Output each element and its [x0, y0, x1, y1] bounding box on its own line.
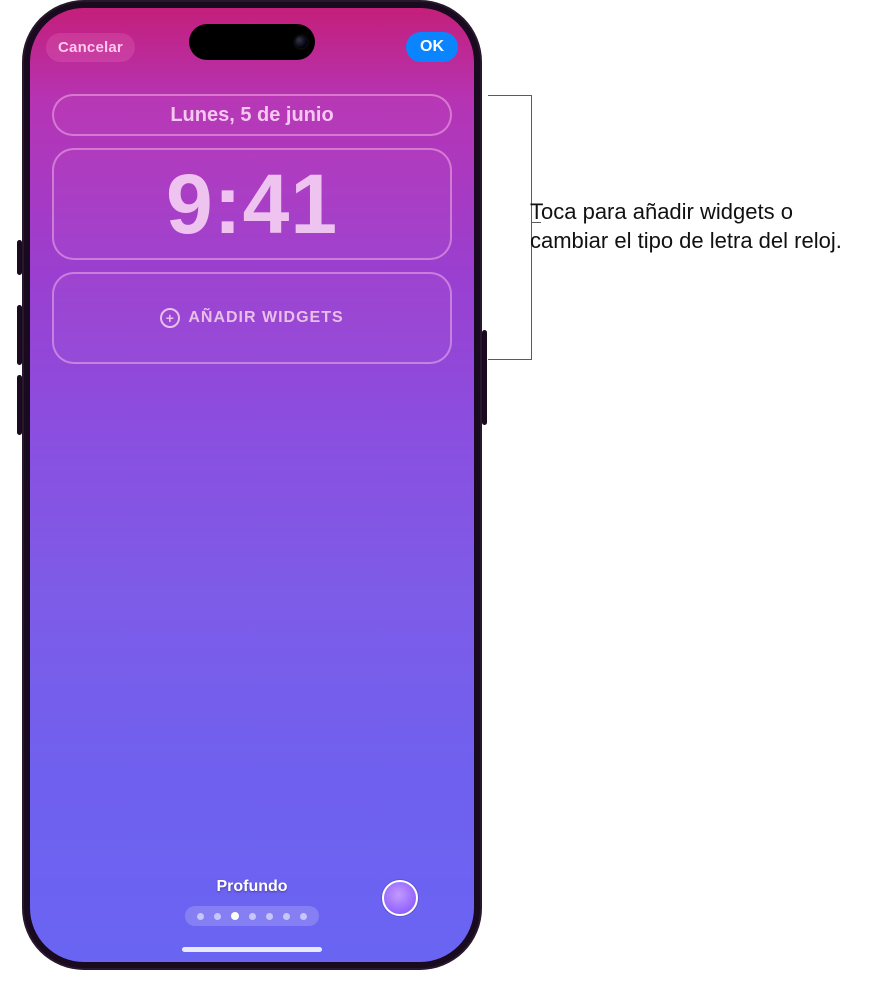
side-power-button	[482, 330, 487, 425]
wallpaper-style-pager[interactable]	[185, 906, 319, 926]
side-silent-switch	[17, 240, 22, 275]
cancel-button[interactable]: Cancelar	[46, 33, 135, 62]
pager-dot[interactable]	[231, 912, 239, 920]
pager-dot[interactable]	[214, 913, 221, 920]
pager-dot[interactable]	[249, 913, 256, 920]
ok-button[interactable]: OK	[406, 32, 458, 62]
date-widget-slot[interactable]: Lunes, 5 de junio	[52, 94, 452, 136]
pager-dot[interactable]	[283, 913, 290, 920]
side-volume-up	[17, 305, 22, 365]
pager-dot[interactable]	[197, 913, 204, 920]
callout-text: Toca para añadir widgets o cambiar el ti…	[530, 198, 860, 255]
iphone-frame: Cancelar OK Lunes, 5 de junio 9:41 + AÑA…	[22, 0, 482, 970]
add-widgets-label: AÑADIR WIDGETS	[188, 309, 343, 327]
clock-widget-slot[interactable]: 9:41	[52, 148, 452, 260]
date-label: Lunes, 5 de junio	[170, 104, 333, 127]
side-volume-down	[17, 375, 22, 435]
clock-time: 9:41	[166, 162, 338, 246]
color-picker-swatch[interactable]	[382, 880, 418, 916]
iphone-screen: Cancelar OK Lunes, 5 de junio 9:41 + AÑA…	[30, 8, 474, 962]
dynamic-island	[189, 24, 315, 60]
wallpaper-style-name: Profundo	[216, 878, 287, 896]
plus-circle-icon: +	[160, 308, 180, 328]
pager-dot[interactable]	[266, 913, 273, 920]
camera-icon	[295, 36, 307, 48]
add-widgets-slot[interactable]: + AÑADIR WIDGETS	[52, 272, 452, 364]
home-indicator	[182, 947, 322, 952]
callout-bracket	[488, 95, 532, 360]
pager-dot[interactable]	[300, 913, 307, 920]
